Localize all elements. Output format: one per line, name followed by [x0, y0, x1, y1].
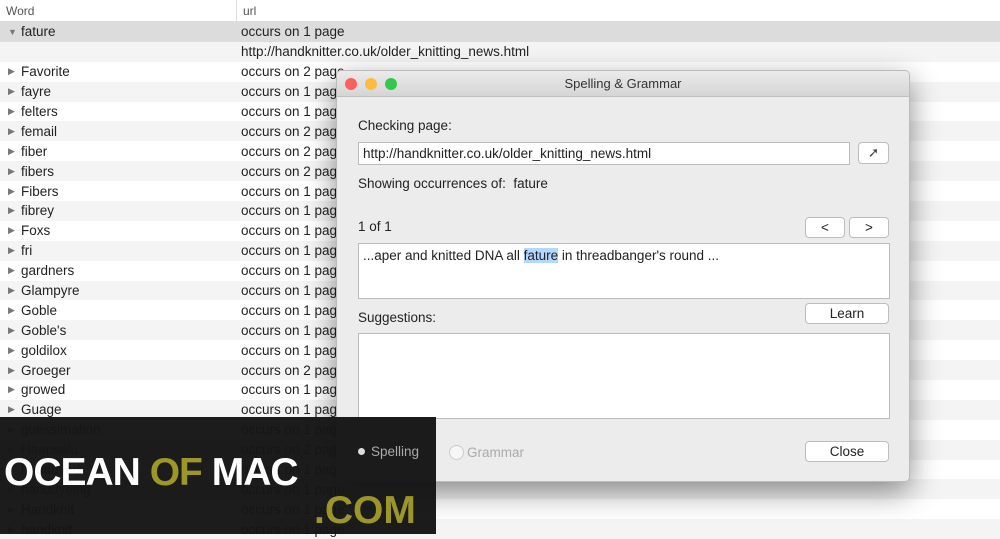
previous-button[interactable]: < — [805, 217, 845, 238]
occurrence-counter: 1 of 1 — [358, 219, 392, 234]
count: occurs on 1 page — [241, 283, 345, 299]
count: occurs on 1 page — [241, 302, 345, 318]
logo-text: MAC — [211, 451, 299, 494]
word: fibrey — [21, 203, 55, 219]
word: gardners — [21, 263, 75, 279]
radio-selected-icon — [358, 448, 365, 455]
zoom-window-icon[interactable] — [385, 78, 397, 90]
minimize-window-icon[interactable] — [365, 78, 377, 90]
table-row-expanded[interactable]: ▼ fature occurs on 1 page — [0, 22, 1000, 42]
grammar-label: Grammar — [467, 445, 524, 460]
logo-text: OF — [149, 451, 203, 494]
table-row-url[interactable]: http://handknitter.co.uk/older_knitting_… — [0, 41, 1000, 62]
highlighted-word: fature — [523, 248, 559, 263]
count: occurs on 2 page — [241, 362, 345, 378]
checking-label: Checking page: — [358, 118, 452, 133]
watermark-logo: OCEAN OF MAC .COM — [0, 417, 436, 534]
showing-word: fature — [513, 176, 548, 191]
word: fayre — [21, 84, 52, 100]
word: fature — [21, 24, 56, 40]
count: occurs on 1 page — [241, 382, 345, 398]
disclosure-closed-icon[interactable]: ▶ — [8, 325, 21, 336]
suggestions-label: Suggestions: — [358, 310, 437, 325]
word: Fibers — [21, 183, 59, 199]
spelling-label: Spelling — [371, 444, 420, 459]
learn-button[interactable]: Learn — [805, 303, 889, 324]
word: fri — [21, 243, 33, 259]
word: Groeger — [21, 362, 71, 378]
open-page-button[interactable]: ➚ — [858, 142, 889, 164]
url-field[interactable]: http://handknitter.co.uk/older_knitting_… — [358, 142, 850, 165]
word: Foxs — [21, 223, 51, 239]
word: goldilox — [21, 342, 67, 358]
disclosure-closed-icon[interactable]: ▶ — [8, 245, 21, 256]
count: occurs on 1 page — [241, 322, 345, 338]
logo-text: OCEAN — [4, 451, 141, 494]
disclosure-closed-icon[interactable]: ▶ — [8, 106, 21, 117]
context-box: ...aper and knitted DNA all fature in th… — [358, 243, 890, 299]
word: Guage — [21, 402, 62, 418]
context-after: in threadbanger's round ... — [558, 248, 720, 263]
count: occurs on 1 page — [241, 84, 345, 100]
disclosure-closed-icon[interactable]: ▶ — [8, 186, 21, 197]
word: Glampyre — [21, 283, 80, 299]
next-button[interactable]: > — [849, 217, 889, 238]
count: occurs on 1 page — [241, 24, 345, 40]
disclosure-closed-icon[interactable]: ▶ — [8, 205, 21, 216]
table-header: Word url — [0, 0, 1000, 22]
column-word[interactable]: Word — [0, 0, 237, 21]
disclosure-closed-icon[interactable]: ▶ — [8, 265, 21, 276]
word: growed — [21, 382, 66, 398]
count: occurs on 1 page — [241, 342, 345, 358]
word: fibers — [21, 163, 55, 179]
word: femail — [21, 123, 58, 139]
context-before: ...aper and knitted DNA all — [363, 248, 524, 263]
spelling-radio[interactable]: Spelling — [358, 444, 419, 459]
disclosure-closed-icon[interactable]: ▶ — [8, 404, 21, 415]
disclosure-closed-icon[interactable]: ▶ — [8, 166, 21, 177]
count: occurs on 2 page — [241, 143, 345, 159]
word: felters — [21, 104, 58, 119]
disclosure-closed-icon[interactable]: ▶ — [8, 305, 21, 316]
word: Goble — [21, 302, 58, 318]
radio-icon — [449, 445, 464, 460]
disclosure-open-icon[interactable]: ▼ — [8, 27, 21, 37]
count: occurs on 1 page — [241, 183, 345, 199]
dialog-title: Spelling & Grammar — [564, 76, 682, 91]
disclosure-closed-icon[interactable]: ▶ — [8, 86, 21, 97]
disclosure-closed-icon[interactable]: ▶ — [8, 225, 21, 236]
count: occurs on 2 page — [241, 64, 345, 80]
count: occurs on 1 page — [241, 104, 345, 119]
count: occurs on 1 page — [241, 243, 345, 259]
grammar-radio[interactable]: Grammar — [449, 445, 524, 460]
close-button[interactable]: Close — [805, 441, 889, 462]
url: http://handknitter.co.uk/older_knitting_… — [241, 44, 530, 60]
disclosure-closed-icon[interactable]: ▶ — [8, 126, 21, 137]
title-bar: Spelling & Grammar — [337, 71, 909, 97]
count: occurs on 1 page — [241, 402, 345, 418]
count: occurs on 1 page — [241, 223, 345, 239]
arrow-icon: ➚ — [867, 145, 880, 160]
suggestions-list[interactable] — [358, 333, 890, 419]
disclosure-closed-icon[interactable]: ▶ — [8, 66, 21, 77]
column-url[interactable]: url — [237, 0, 262, 21]
disclosure-closed-icon[interactable]: ▶ — [8, 365, 21, 376]
count: occurs on 2 page — [241, 123, 345, 139]
logo-text: .COM — [314, 489, 416, 532]
showing-label: Showing occurrences of: — [358, 176, 506, 191]
word: fiber — [21, 143, 48, 159]
count: occurs on 1 page — [241, 263, 345, 279]
disclosure-closed-icon[interactable]: ▶ — [8, 384, 21, 395]
disclosure-closed-icon[interactable]: ▶ — [8, 146, 21, 157]
count: occurs on 2 page — [241, 163, 345, 179]
close-window-icon[interactable] — [345, 78, 357, 90]
word: Favorite — [21, 64, 70, 80]
count: occurs on 1 page — [241, 203, 345, 219]
disclosure-closed-icon[interactable]: ▶ — [8, 285, 21, 296]
word: Goble's — [21, 322, 67, 338]
disclosure-closed-icon[interactable]: ▶ — [8, 345, 21, 356]
